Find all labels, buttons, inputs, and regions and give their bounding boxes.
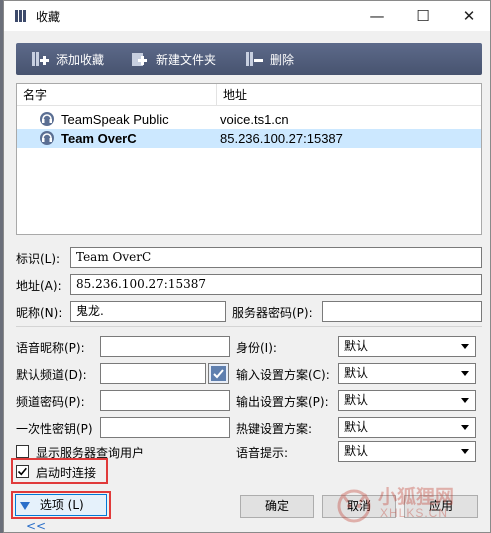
output-profile-select[interactable]: 默认 (338, 390, 476, 411)
apply-button[interactable]: 应用 (404, 495, 478, 518)
output-profile-value: 默认 (344, 393, 369, 407)
server-address: 85.236.100.27:15387 (220, 131, 343, 146)
new-folder-icon (132, 53, 147, 66)
select-channel-button[interactable] (208, 363, 229, 384)
minimize-icon: — (369, 7, 385, 25)
input-profile-select[interactable]: 默认 (338, 363, 476, 384)
new-folder-button[interactable]: 新建文件夹 (130, 49, 216, 69)
column-header-name[interactable]: 名字 (17, 84, 217, 106)
column-header-address[interactable]: 地址 (217, 84, 481, 106)
add-favorite-label: 添加收藏 (56, 52, 105, 67)
server-name: Team OverC (61, 131, 137, 146)
one-time-key-label: 一次性密钥(P) (16, 422, 93, 436)
close-icon: ✕ (462, 7, 476, 25)
delete-icon (246, 52, 263, 66)
hotkey-profile-label: 热键设置方案: (236, 422, 313, 436)
triangle-down-icon (20, 501, 30, 510)
show-server-query-checkbox[interactable] (16, 445, 29, 458)
default-channel-label: 默认频道(D): (16, 368, 87, 382)
collapse-chevron-icon: << (26, 519, 47, 533)
channel-password-label: 频道密码(P): (16, 395, 85, 409)
chevron-down-icon (461, 371, 469, 376)
label-input[interactable]: Team OverC (70, 247, 482, 268)
default-channel-input[interactable] (100, 363, 206, 384)
voice-hint-select[interactable]: 默认 (338, 441, 476, 462)
voice-nick-label: 语音昵称(P): (16, 341, 85, 355)
maximize-icon: ☐ (416, 7, 430, 25)
favorites-window: 收藏 — ☐ ✕ 添加收藏 新建文件夹 删除 名字 地址 TeamSpeak P… (3, 0, 491, 533)
cancel-button[interactable]: 取消 (322, 495, 396, 518)
new-folder-label: 新建文件夹 (156, 52, 217, 67)
list-item[interactable]: Team OverC 85.236.100.27:15387 (17, 129, 481, 148)
hotkey-profile-value: 默认 (344, 420, 369, 434)
teamspeak-server-icon (40, 112, 54, 126)
chevron-down-icon (461, 449, 469, 454)
address-input[interactable]: 85.236.100.27:15387 (70, 274, 482, 295)
chevron-down-icon (461, 344, 469, 349)
teamspeak-server-icon (40, 131, 54, 145)
window-title: 收藏 (36, 10, 61, 24)
options-toggle-button[interactable]: 选项 (L) << (15, 494, 107, 532)
favorites-list[interactable]: 名字 地址 TeamSpeak Public voice.ts1.cn Team… (16, 83, 482, 235)
address-field-label: 地址(A): (16, 279, 62, 293)
add-favorite-button[interactable]: 添加收藏 (30, 49, 104, 69)
checkmark-icon (17, 467, 27, 476)
connect-on-startup-label: 启动时连接 (36, 466, 97, 480)
input-profile-label: 输入设置方案(C): (236, 368, 330, 382)
divider (16, 326, 482, 327)
ok-button[interactable]: 确定 (240, 495, 314, 518)
label-field-label: 标识(L): (16, 252, 61, 266)
server-address: voice.ts1.cn (220, 112, 289, 127)
server-password-label: 服务器密码(P): (232, 306, 313, 320)
identity-select[interactable]: 默认 (338, 336, 476, 357)
voice-nick-input[interactable] (100, 336, 230, 357)
favorites-toolbar: 添加收藏 新建文件夹 删除 (16, 43, 482, 75)
list-item[interactable]: TeamSpeak Public voice.ts1.cn (17, 110, 481, 129)
identity-label: 身份(I): (236, 341, 277, 355)
output-profile-label: 输出设置方案(P): (236, 395, 329, 409)
identity-value: 默认 (344, 339, 369, 353)
connect-on-startup-checkbox[interactable] (16, 465, 29, 478)
delete-label: 删除 (270, 52, 295, 67)
voice-hint-label: 语音提示: (236, 446, 289, 460)
server-name: TeamSpeak Public (61, 112, 169, 127)
voice-hint-value: 默认 (344, 444, 369, 458)
checkmark-icon (211, 366, 226, 381)
chevron-down-icon (461, 398, 469, 403)
channel-password-input[interactable] (100, 390, 230, 411)
server-password-input[interactable] (322, 301, 482, 322)
chevron-down-icon (461, 425, 469, 430)
maximize-button[interactable]: ☐ (400, 1, 446, 31)
add-bookmark-icon (32, 52, 49, 66)
nickname-input[interactable]: 鬼龙. (70, 301, 226, 322)
one-time-key-input[interactable] (100, 417, 230, 438)
options-label: 选项 (L) (39, 498, 84, 512)
input-profile-value: 默认 (344, 366, 369, 380)
close-button[interactable]: ✕ (446, 1, 490, 31)
delete-button[interactable]: 删除 (244, 49, 294, 69)
title-bar: 收藏 — ☐ ✕ (4, 1, 490, 31)
hotkey-profile-select[interactable]: 默认 (338, 417, 476, 438)
nickname-field-label: 昵称(N): (16, 306, 63, 320)
minimize-button[interactable]: — (354, 1, 400, 31)
bookmarks-icon (15, 10, 26, 22)
